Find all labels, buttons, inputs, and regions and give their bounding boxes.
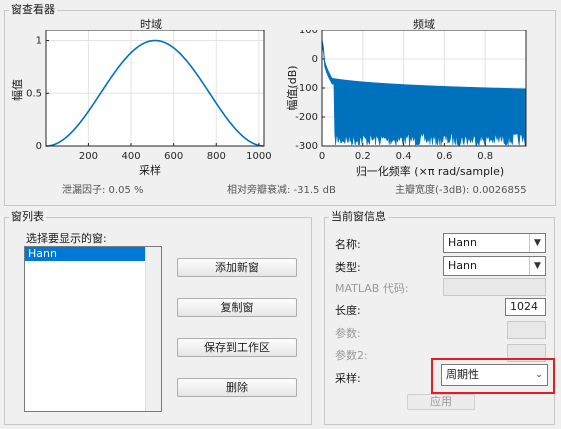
save-to-workspace-button[interactable]: 保存到工作区 <box>177 338 297 357</box>
mainlobe-width-text: 主瓣宽度(-3dB): 0.0026855 <box>395 185 527 196</box>
name-value: Hann <box>448 236 477 249</box>
parameter-label: 参数: <box>335 327 361 340</box>
x-tick-label: 1000 <box>246 151 271 162</box>
current-window-title: 当前窗信息 <box>329 210 388 224</box>
type-dropdown[interactable]: Hann ▼ <box>443 256 546 276</box>
freq-plot-xlabel: 归一化频率 (×π rad/sample) <box>355 165 505 178</box>
x-tick-label: 0.6 <box>436 151 452 162</box>
sidelobe-attenuation-text: 相对旁瓣衰减: -31.5 dB <box>227 185 336 196</box>
x-tick-label: 200 <box>79 151 98 162</box>
y-tick-label: 1 <box>36 36 42 47</box>
x-tick-label: 0.8 <box>477 151 493 162</box>
x-tick-label: 0.4 <box>396 151 412 162</box>
type-value: Hann <box>448 259 477 272</box>
time-plot-ylabel: 幅值 <box>11 79 24 101</box>
window-listbox[interactable]: Hann <box>24 246 162 412</box>
parameter2-label: 参数2: <box>335 349 368 362</box>
copy-window-button[interactable]: 复制窗 <box>177 298 297 317</box>
delete-button[interactable]: 删除 <box>177 378 297 397</box>
chevron-down-icon: ▼ <box>529 257 545 275</box>
plot-background <box>46 30 264 146</box>
x-tick-label: 0 <box>319 151 325 162</box>
matlab-code-field <box>443 278 546 296</box>
matlab-code-label: MATLAB 代码: <box>335 282 409 295</box>
time-domain-plot[interactable]: 200 400 600 800 1000 0 0.5 1 <box>4 30 274 176</box>
y-tick-label: -300 <box>295 141 318 152</box>
y-tick-label: 0 <box>36 141 42 152</box>
sampling-label: 采样: <box>335 372 361 385</box>
y-tick-label: 100 <box>299 30 318 36</box>
listbox-scrollbar[interactable] <box>145 247 161 411</box>
y-tick-label: 0 <box>312 54 318 65</box>
frequency-domain-plot[interactable]: 0 0.2 0.4 0.6 0.81000-100-200-300 <box>284 30 534 176</box>
y-tick-label: 0.5 <box>26 88 42 99</box>
x-tick-label: 800 <box>207 151 226 162</box>
apply-button[interactable]: 应用 <box>407 394 475 410</box>
x-tick-label: 0.2 <box>355 151 371 162</box>
name-label: 名称: <box>335 238 361 251</box>
chevron-down-icon: ▼ <box>529 234 545 252</box>
window-viewer-title: 窗查看器 <box>9 3 57 17</box>
leakage-factor-text: 泄漏因子: 0.05 % <box>62 185 144 196</box>
window-list-prompt: 选择要显示的窗: <box>26 232 107 245</box>
add-new-window-button[interactable]: 添加新窗 <box>177 258 297 277</box>
sampling-highlight-box <box>431 358 555 394</box>
x-tick-label: 600 <box>164 151 183 162</box>
list-item[interactable]: Hann <box>25 247 145 261</box>
time-plot-xlabel: 采样 <box>139 164 161 177</box>
length-label: 长度: <box>335 304 361 317</box>
window-list-title: 窗列表 <box>9 210 46 224</box>
x-tick-label: 400 <box>121 151 140 162</box>
parameter-field <box>507 321 546 339</box>
name-dropdown[interactable]: Hann ▼ <box>443 233 546 253</box>
type-label: 类型: <box>335 261 361 274</box>
freq-plot-ylabel: 幅值(dB) <box>286 65 299 111</box>
length-field[interactable]: 1024 <box>505 298 546 316</box>
